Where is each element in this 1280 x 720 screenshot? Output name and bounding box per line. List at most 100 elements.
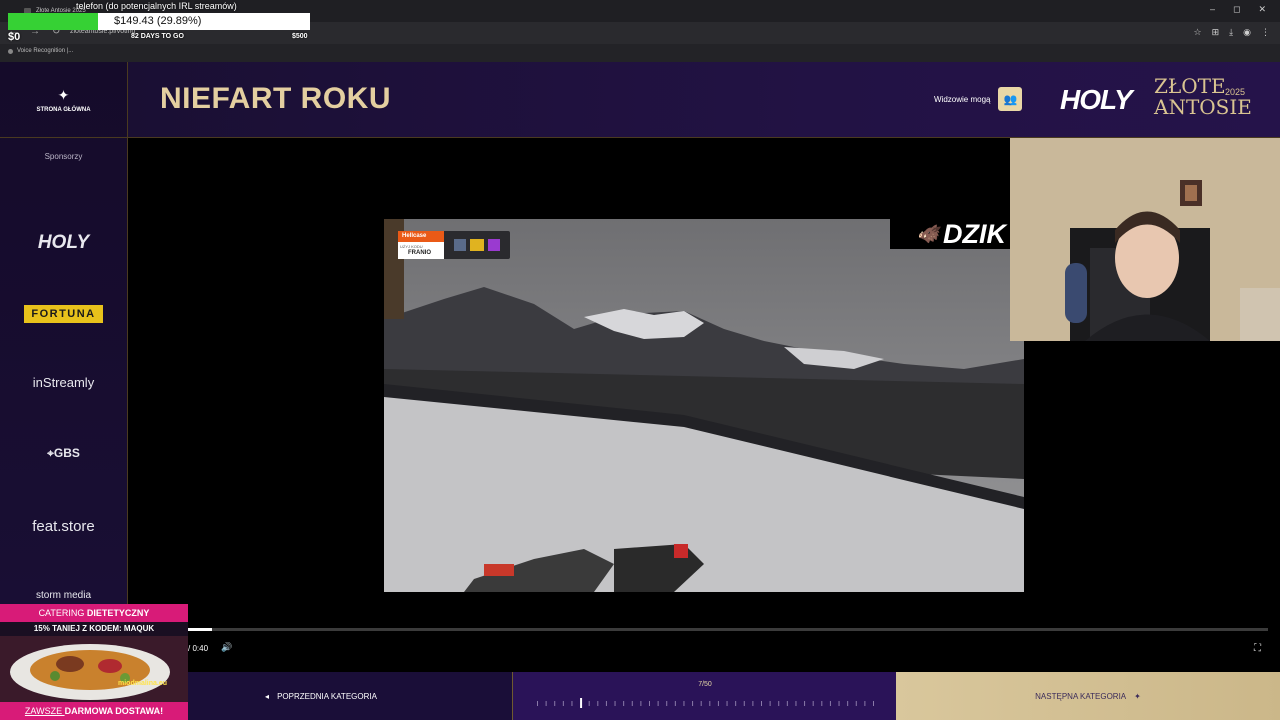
fullscreen-icon[interactable]: ⛶: [1254, 643, 1261, 654]
sponsor-holy[interactable]: HOLY: [0, 232, 127, 254]
category-tick: [717, 701, 719, 706]
sponsor-gbs-label: GBS: [53, 446, 80, 460]
extensions-icon[interactable]: ⊞: [1212, 27, 1220, 38]
webcam-scene: [1010, 138, 1280, 341]
donation-goal: $500: [292, 33, 308, 40]
webcam-feed: [1010, 138, 1280, 341]
ad-headline: CATERING DIETETYCZNY: [0, 604, 188, 622]
boar-icon: 🐗: [916, 223, 939, 244]
sponsor-instreamly[interactable]: inStreamly: [0, 375, 127, 390]
donation-progress-bar: $149.43 (29.89%): [8, 13, 310, 30]
sponsors-title: Sponsorzy: [44, 152, 83, 161]
arrow-left-icon: ✦: [57, 86, 70, 103]
bookmark-icon: [8, 48, 13, 54]
category-tick: [873, 701, 874, 706]
viewers-label: Widzowie mogą: [934, 94, 991, 104]
category-ticks: [537, 698, 874, 708]
category-tick: [562, 701, 564, 706]
category-tick: [649, 701, 650, 706]
zlote-antosie-logo: ZŁOTE ANTOSIE: [1154, 76, 1252, 118]
hellcase-code: FRANIO: [408, 250, 431, 256]
category-tick: [683, 701, 685, 706]
category-counter: 7/50: [698, 681, 712, 688]
ad-footer-a: ZAWSZE: [24, 706, 65, 716]
restore-icon[interactable]: ◻: [1233, 4, 1240, 15]
donation-start: $0: [8, 31, 21, 43]
category-tick: [623, 701, 625, 706]
category-tick: [812, 701, 814, 706]
category-tick: [769, 701, 771, 706]
home-label: STRONA GŁÓWNA: [36, 106, 91, 113]
hellcase-brand: Hellcase: [398, 231, 444, 242]
arrow-left-icon: ◂: [265, 691, 270, 701]
category-tick: [726, 701, 728, 706]
category-tick: [700, 701, 702, 706]
video-player[interactable]: Hellcase UŻYJ KODU FRANIO 🐗 DZIK: [128, 138, 1280, 672]
category-tick: [605, 701, 607, 706]
ad-headline-a: CATERING: [38, 608, 87, 618]
category-tick: [829, 701, 831, 706]
hellcase-tag: Hellcase UŻYJ KODU FRANIO: [398, 231, 444, 259]
category-tick: [821, 701, 823, 706]
category-tick: [761, 701, 762, 706]
close-icon[interactable]: ✕: [1258, 4, 1266, 15]
page-title: NIEFART ROKU: [160, 82, 391, 115]
menu-icon[interactable]: ⋮: [1261, 27, 1270, 38]
category-tick: [795, 701, 797, 706]
category-tick: [743, 701, 745, 706]
category-tick: [554, 701, 556, 706]
category-tick: [692, 701, 694, 706]
category-tick: [597, 701, 599, 706]
ski-slope-scene: [384, 219, 1024, 592]
category-nav: ◂ POPRZEDNIA KATEGORIA 7/50 NASTĘPNA KAT…: [0, 672, 1280, 720]
next-category-button[interactable]: NASTĘPNA KATEGORIA ✦: [896, 672, 1280, 720]
category-tick: [786, 701, 788, 706]
minimize-icon[interactable]: –: [1210, 4, 1215, 15]
downloads-icon[interactable]: ⤓: [1229, 27, 1233, 38]
category-tick: [657, 701, 659, 706]
bookmark-item[interactable]: Voice Recognition |...: [8, 48, 73, 54]
hellcase-sub: UŻYJ KODU: [400, 244, 423, 249]
category-tick: [778, 701, 780, 706]
home-button[interactable]: ✦ STRONA GŁÓWNA: [0, 62, 127, 138]
gbs-icon: ⌖: [47, 446, 54, 460]
sponsor-storm-media[interactable]: storm media: [0, 590, 127, 601]
donation-goal-title: telefon (do potencjalnych IRL streamów): [76, 1, 237, 11]
volume-icon[interactable]: 🔊: [221, 642, 232, 653]
category-tick: [571, 701, 573, 706]
sponsor-gbs[interactable]: ⌖GBS: [0, 446, 127, 461]
category-tick: [588, 701, 590, 706]
dzik-label: DZIK: [943, 218, 1006, 249]
catering-ad[interactable]: CATERING DIETETYCZNY 15% TANIEJ Z KODEM:…: [0, 604, 188, 720]
bookmark-label: Voice Recognition |...: [17, 48, 74, 54]
category-tick: [752, 701, 754, 706]
ad-footer-b: DARMOWA DOSTAWA!: [64, 706, 164, 716]
video-frame[interactable]: Hellcase UŻYJ KODU FRANIO: [384, 219, 1024, 592]
bookmark-star-icon[interactable]: ☆: [1194, 27, 1202, 38]
bookmarks-bar: Voice Recognition |...: [0, 44, 1280, 62]
prev-category-label: POPRZEDNIA KATEGORIA: [277, 691, 377, 701]
ad-brand: miodmalina.eu: [118, 680, 168, 687]
ad-code: 15% TANIEJ Z KODEM: MAQUK: [0, 622, 188, 636]
food-image: miodmalina.eu: [0, 636, 188, 702]
category-progress: 7/50: [512, 672, 896, 720]
video-seek-bar[interactable]: [188, 628, 1268, 631]
category-tick: [545, 701, 547, 706]
sponsor-fortuna[interactable]: FORTUNA: [0, 304, 127, 323]
profile-icon[interactable]: ◉: [1243, 27, 1251, 38]
window-controls: – ◻ ✕: [1210, 4, 1266, 15]
category-tick: [631, 701, 633, 706]
toolbar-icons: ☆ ⊞ ⤓ ◉ ⋮: [1194, 27, 1270, 38]
sponsor-featstore[interactable]: feat.store: [0, 518, 127, 535]
category-tick: [537, 701, 538, 706]
category-tick: [864, 701, 866, 706]
donation-days: 82 DAYS TO GO: [131, 33, 184, 40]
category-tick: [640, 701, 642, 706]
category-tick: [666, 701, 668, 706]
next-category-label: NASTĘPNA KATEGORIA: [1035, 691, 1127, 701]
category-tick-active: [580, 698, 583, 708]
video-seek-progress: [188, 628, 212, 631]
viewers-vote[interactable]: Widzowie mogą 👥: [934, 87, 1023, 111]
category-tick: [847, 701, 849, 706]
arrow-right-icon: ✦: [1134, 691, 1141, 701]
